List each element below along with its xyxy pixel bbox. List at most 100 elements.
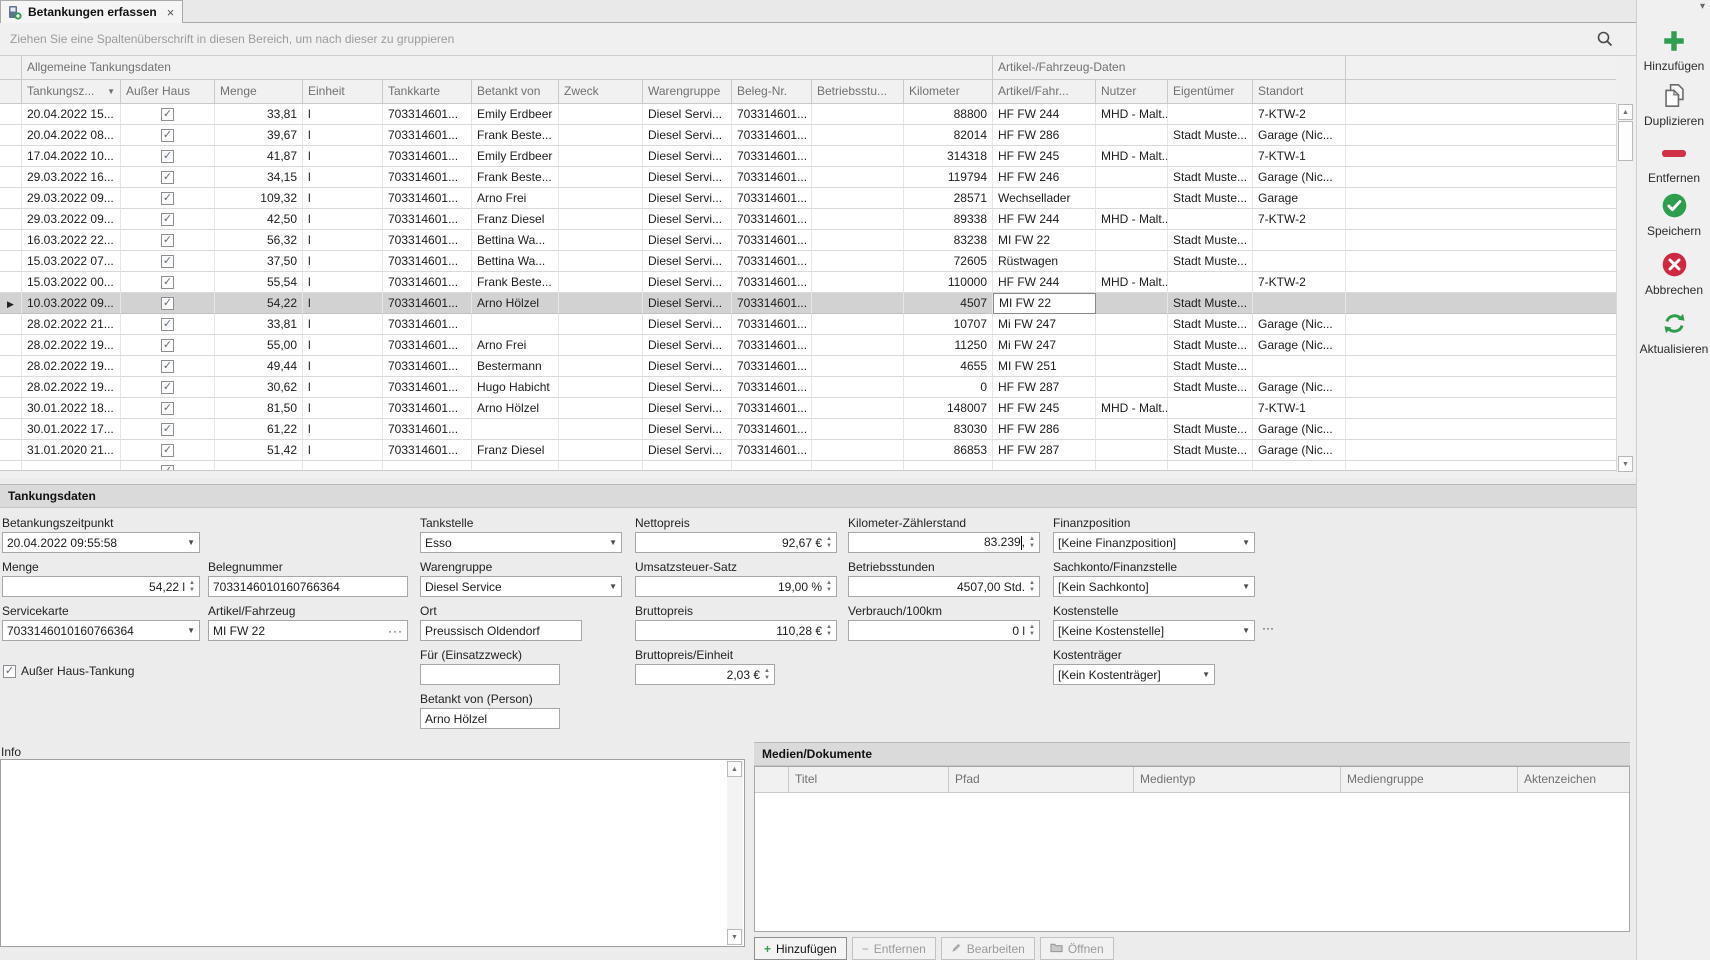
checkbox-checked-icon[interactable]: ✓ <box>3 665 16 678</box>
table-cell[interactable]: 703314601... <box>732 146 812 167</box>
table-cell[interactable]: 30.01.2022 18... <box>22 398 121 419</box>
table-cell[interactable]: Stadt Muste... <box>1168 230 1253 251</box>
table-cell[interactable]: Rüstwagen <box>993 251 1096 272</box>
column-header-6[interactable]: Betankt von <box>472 80 559 104</box>
table-cell[interactable]: 703314601... <box>732 440 812 461</box>
table-cell[interactable]: l <box>303 167 383 188</box>
column-header-medientyp[interactable]: Medientyp <box>1134 767 1341 793</box>
table-cell[interactable]: 314318 <box>904 146 993 167</box>
table-cell[interactable] <box>643 461 732 471</box>
table-cell[interactable]: Garage (Nic... <box>1253 167 1346 188</box>
tankstelle-combo[interactable]: Esso ▼ <box>420 532 622 553</box>
spin-buttons[interactable]: ▲▼ <box>826 580 832 594</box>
table-cell[interactable]: HF FW 244 <box>993 209 1096 230</box>
table-cell[interactable]: l <box>303 314 383 335</box>
table-cell[interactable]: Diesel Servi... <box>643 419 732 440</box>
table-cell[interactable]: ✓ <box>121 440 215 461</box>
kostenstelle-ellipsis-button[interactable]: ··· <box>1259 619 1277 640</box>
table-cell[interactable]: MHD - Malt... <box>1096 104 1168 125</box>
chevron-down-icon[interactable]: ▼ <box>1202 670 1210 679</box>
table-cell[interactable]: 703314601... <box>732 125 812 146</box>
spin-buttons[interactable]: ▲▼ <box>826 624 832 638</box>
table-cell[interactable]: HF FW 287 <box>993 377 1096 398</box>
media-edit-button[interactable]: Bearbeiten <box>941 937 1035 960</box>
table-cell[interactable]: HF FW 245 <box>993 146 1096 167</box>
table-cell[interactable]: ✓ <box>121 461 215 471</box>
table-cell[interactable]: Diesel Servi... <box>643 251 732 272</box>
table-cell[interactable] <box>812 251 904 272</box>
table-cell[interactable] <box>812 398 904 419</box>
table-cell[interactable]: Diesel Servi... <box>643 335 732 356</box>
refresh-button[interactable]: Aktualisieren <box>1637 310 1710 356</box>
table-cell[interactable]: Diesel Servi... <box>643 272 732 293</box>
table-cell[interactable]: 28.02.2022 19... <box>22 335 121 356</box>
table-cell[interactable]: HF FW 244 <box>993 104 1096 125</box>
table-row[interactable]: 29.03.2022 09...✓109,32l703314601...Arno… <box>0 188 1616 209</box>
table-cell[interactable]: Franz Diesel <box>472 440 559 461</box>
table-cell[interactable]: Emily Erdbeer <box>472 146 559 167</box>
table-cell[interactable]: 703314601... <box>732 209 812 230</box>
table-cell[interactable]: 0 <box>904 377 993 398</box>
table-cell[interactable]: Diesel Servi... <box>643 125 732 146</box>
table-cell[interactable] <box>1168 146 1253 167</box>
table-cell[interactable]: Mi FW 247 <box>993 314 1096 335</box>
chevron-down-icon[interactable]: ▼ <box>187 626 195 635</box>
table-cell[interactable]: ✓ <box>121 293 215 314</box>
table-cell[interactable]: 41,87 <box>215 146 303 167</box>
table-cell[interactable]: ✓ <box>121 230 215 251</box>
table-cell[interactable]: ✓ <box>121 356 215 377</box>
table-cell[interactable] <box>559 209 643 230</box>
table-row[interactable]: 30.01.2022 18...✓81,50l703314601...Arno … <box>0 398 1616 419</box>
table-cell[interactable] <box>1168 104 1253 125</box>
table-cell[interactable]: Stadt Muste... <box>1168 167 1253 188</box>
table-cell[interactable] <box>904 461 993 471</box>
table-cell[interactable]: 703314601... <box>732 251 812 272</box>
checkbox-checked-icon[interactable]: ✓ <box>161 402 174 415</box>
table-cell[interactable]: 34,15 <box>215 167 303 188</box>
table-cell[interactable] <box>1096 335 1168 356</box>
table-cell[interactable]: 17.04.2022 10... <box>22 146 121 167</box>
belegnummer-input[interactable]: 7033146010160766364 <box>208 576 408 597</box>
table-row[interactable]: 28.02.2022 19...✓30,62l703314601...Hugo … <box>0 377 1616 398</box>
table-cell[interactable]: MI FW 22 <box>993 230 1096 251</box>
table-cell[interactable]: Diesel Servi... <box>643 398 732 419</box>
column-header-9[interactable]: Beleg-Nr. <box>732 80 812 104</box>
table-cell[interactable]: 7-KTW-2 <box>1253 104 1346 125</box>
table-cell[interactable] <box>1168 398 1253 419</box>
table-cell[interactable] <box>559 314 643 335</box>
table-cell[interactable]: 703314601... <box>732 293 812 314</box>
table-cell[interactable]: Diesel Servi... <box>643 104 732 125</box>
table-cell[interactable] <box>993 461 1096 471</box>
table-cell[interactable]: 703314601... <box>732 335 812 356</box>
table-cell[interactable]: Diesel Servi... <box>643 167 732 188</box>
verbrauch-input[interactable]: 0 l ▲▼ <box>848 620 1040 641</box>
table-cell[interactable] <box>812 188 904 209</box>
table-cell[interactable]: 703314601... <box>383 440 472 461</box>
table-cell[interactable]: l <box>303 125 383 146</box>
table-cell[interactable] <box>1096 188 1168 209</box>
table-cell[interactable] <box>559 461 643 471</box>
table-cell[interactable] <box>812 146 904 167</box>
table-cell[interactable]: Stadt Muste... <box>1168 335 1253 356</box>
table-cell[interactable]: Diesel Servi... <box>643 377 732 398</box>
table-cell[interactable]: 55,54 <box>215 272 303 293</box>
column-header-14[interactable]: Eigentümer <box>1168 80 1253 104</box>
betankungszeitpunkt-combo[interactable]: 20.04.2022 09:55:58 ▼ <box>2 532 200 553</box>
table-cell[interactable]: Frank Beste... <box>472 272 559 293</box>
table-cell[interactable]: MI FW 22 <box>993 293 1096 314</box>
table-cell[interactable] <box>1253 293 1346 314</box>
table-cell[interactable]: 31.01.2020 21... <box>22 440 121 461</box>
warengruppe-combo[interactable]: Diesel Service ▼ <box>420 576 622 597</box>
checkbox-checked-icon[interactable]: ✓ <box>161 339 174 352</box>
table-cell[interactable]: HF FW 244 <box>993 272 1096 293</box>
table-cell[interactable]: 10.03.2022 09... <box>22 293 121 314</box>
table-cell[interactable]: HF FW 246 <box>993 167 1096 188</box>
column-header-7[interactable]: Zweck <box>559 80 643 104</box>
table-cell[interactable]: 7-KTW-2 <box>1253 209 1346 230</box>
table-cell[interactable]: Diesel Servi... <box>643 188 732 209</box>
table-cell[interactable] <box>812 230 904 251</box>
scrollbar-thumb[interactable] <box>1618 121 1633 161</box>
table-cell[interactable]: l <box>303 419 383 440</box>
table-cell[interactable]: Stadt Muste... <box>1168 356 1253 377</box>
table-cell[interactable]: 20.04.2022 15... <box>22 104 121 125</box>
